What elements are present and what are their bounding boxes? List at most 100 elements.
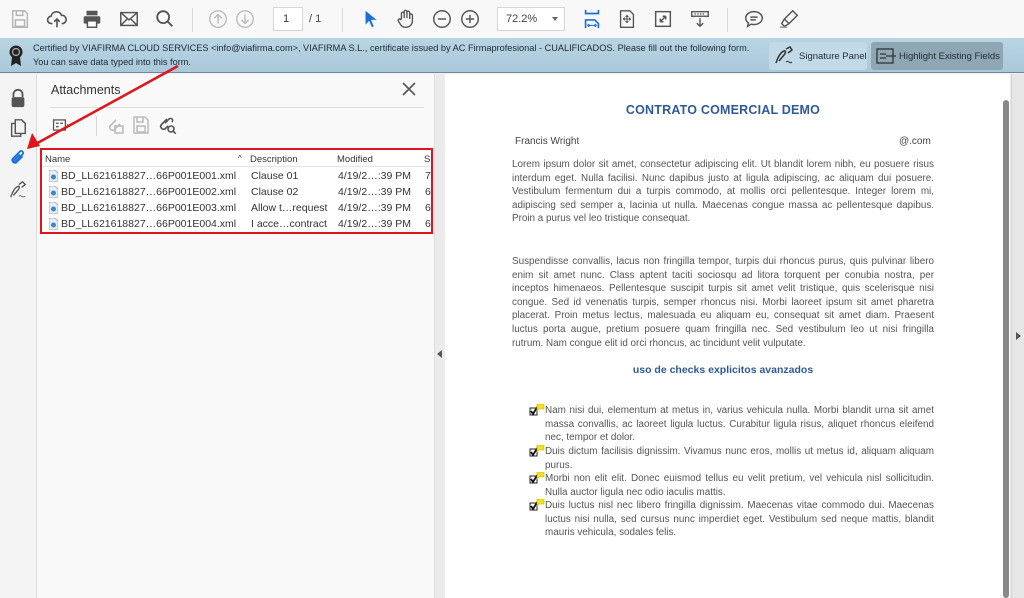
attachment-name: BD_LL621618827…66P001E004.xml xyxy=(61,218,237,230)
read-mode-button[interactable] xyxy=(687,6,713,32)
toolbar-divider xyxy=(727,8,728,32)
check-item-text: Duis dictum facilisis dignissim. Vivamus… xyxy=(545,446,934,471)
main-toolbar: 1 / 1 72.2% xyxy=(0,0,1024,38)
signature-panel-button[interactable]: Signature Panel xyxy=(769,42,867,70)
toolbar-divider xyxy=(192,8,193,32)
xml-file-icon xyxy=(49,170,58,182)
comment-icon xyxy=(745,10,763,28)
right-panel-toggle[interactable] xyxy=(1011,74,1024,598)
search-icon xyxy=(156,10,173,27)
add-attachment-icon xyxy=(108,119,124,134)
attachments-button[interactable] xyxy=(7,147,29,169)
document-title: CONTRATO COMERCIAL DEMO xyxy=(625,103,821,117)
attachment-description: I acce…contract xyxy=(251,218,327,230)
page-total: / 1 xyxy=(309,13,322,25)
table-row[interactable]: BD_LL621618827…66P001E001.xml Clause 01 … xyxy=(42,168,431,184)
zoom-out-button[interactable] xyxy=(429,6,455,32)
fit-width-button[interactable] xyxy=(579,6,605,32)
checkbox-checked-icon[interactable] xyxy=(529,472,547,484)
column-header-size[interactable]: S xyxy=(424,154,430,165)
signatures-button[interactable] xyxy=(7,179,29,201)
check-item-text: Duis luctus nisl nec libero fringilla di… xyxy=(545,500,934,539)
toolbar-divider xyxy=(342,8,343,32)
table-row[interactable]: BD_LL621618827…66P001E002.xml Clause 02 … xyxy=(42,184,431,200)
previous-page-button[interactable] xyxy=(205,6,231,32)
chevron-down-icon xyxy=(552,17,558,21)
signer-name-field[interactable]: Francis Wright xyxy=(515,136,579,147)
check-item: Nam nisi dui, elementum at metus in, var… xyxy=(529,404,934,445)
pages-icon xyxy=(10,119,26,137)
highlight-pen-icon xyxy=(779,9,799,28)
check-item: Duis luctus nisl nec libero fringilla di… xyxy=(529,499,934,540)
page-number-input[interactable]: 1 xyxy=(273,7,303,31)
zoom-in-icon xyxy=(461,10,479,28)
panel-divider xyxy=(50,107,424,108)
print-button[interactable] xyxy=(79,6,105,32)
check-item-text: Morbi non elit elit. Donec euismod tellu… xyxy=(545,473,934,498)
add-attachment-button[interactable] xyxy=(104,114,126,136)
comment-button[interactable] xyxy=(741,6,767,32)
sort-ascending-icon: ^ xyxy=(238,154,242,163)
check-item: Duis dictum facilisis dignissim. Vivamus… xyxy=(529,445,934,472)
pages-button[interactable] xyxy=(7,117,29,139)
attachment-description: Allow t…request xyxy=(251,202,328,214)
print-icon xyxy=(83,10,101,28)
lock-icon xyxy=(11,88,25,108)
close-icon[interactable] xyxy=(400,80,418,98)
fit-width-icon xyxy=(584,9,600,29)
fit-page-button[interactable] xyxy=(614,6,640,32)
search-button[interactable] xyxy=(152,6,178,32)
security-button[interactable] xyxy=(7,87,29,109)
panel-splitter[interactable] xyxy=(435,74,445,598)
select-tool-button[interactable] xyxy=(358,6,384,32)
expand-panel-icon[interactable] xyxy=(1016,332,1021,340)
full-screen-button[interactable] xyxy=(650,6,676,32)
search-attachment-button[interactable] xyxy=(156,114,178,136)
signer-email-field[interactable]: @.com xyxy=(899,136,931,147)
highlight-existing-fields-button[interactable]: Highlight Existing Fields xyxy=(871,42,1003,70)
xml-file-icon xyxy=(49,186,58,198)
xml-file-icon xyxy=(49,202,58,214)
scrollbar-thumb[interactable] xyxy=(1003,100,1009,598)
certification-bar: Certified by VIAFIRMA CLOUD SERVICES <in… xyxy=(0,38,1024,111)
save-button[interactable] xyxy=(7,6,33,32)
checkbox-checked-icon[interactable] xyxy=(529,445,547,457)
document-viewer: CONTRATO COMERCIAL DEMO Francis Wright @… xyxy=(445,74,1024,598)
checkbox-checked-icon[interactable] xyxy=(529,404,547,416)
xml-file-icon xyxy=(49,218,58,230)
checkbox-checked-icon[interactable] xyxy=(529,499,547,511)
next-page-button[interactable] xyxy=(232,6,258,32)
column-header-name[interactable]: Name xyxy=(45,154,70,165)
attachment-size: 7 xyxy=(425,170,431,182)
save-attachment-button[interactable] xyxy=(130,114,152,136)
options-list-icon xyxy=(52,119,71,131)
options-menu-button[interactable] xyxy=(51,114,73,136)
attachments-panel: Attachments Name ^ Description Modified … xyxy=(37,74,435,598)
upload-button[interactable] xyxy=(44,6,70,32)
column-header-description[interactable]: Description xyxy=(250,154,298,165)
certification-message: Certified by VIAFIRMA CLOUD SERVICES <in… xyxy=(33,42,749,69)
column-header-modified[interactable]: Modified xyxy=(337,154,373,165)
section-subtitle: uso de checks explicitos avanzados xyxy=(632,364,814,376)
table-row[interactable]: BD_LL621618827…66P001E003.xml Allow t…re… xyxy=(42,200,431,216)
attachment-modified: 4/19/2…:39 PM xyxy=(338,202,411,214)
full-screen-icon xyxy=(654,10,672,28)
hand-tool-icon xyxy=(397,9,414,28)
signature-panel-label: Signature Panel xyxy=(799,50,867,62)
collapse-panel-icon[interactable] xyxy=(437,350,442,358)
email-button[interactable] xyxy=(116,6,142,32)
certificate-ribbon-icon xyxy=(9,45,23,66)
attachments-table: Name ^ Description Modified S BD_LL62161… xyxy=(40,148,433,234)
highlight-button[interactable] xyxy=(776,6,802,32)
fit-page-icon xyxy=(619,10,635,28)
zoom-in-button[interactable] xyxy=(457,6,483,32)
hand-tool-button[interactable] xyxy=(393,6,419,32)
table-row[interactable]: BD_LL621618827…66P001E004.xml I acce…con… xyxy=(42,216,431,232)
read-mode-icon xyxy=(691,10,709,28)
save-icon xyxy=(133,116,149,134)
attachment-modified: 4/19/2…:39 PM xyxy=(338,170,411,182)
zoom-out-icon xyxy=(433,10,451,28)
attachment-size: 6 xyxy=(425,218,431,230)
zoom-level-select[interactable]: 72.2% xyxy=(497,7,565,31)
zoom-level-value: 72.2% xyxy=(506,13,538,25)
